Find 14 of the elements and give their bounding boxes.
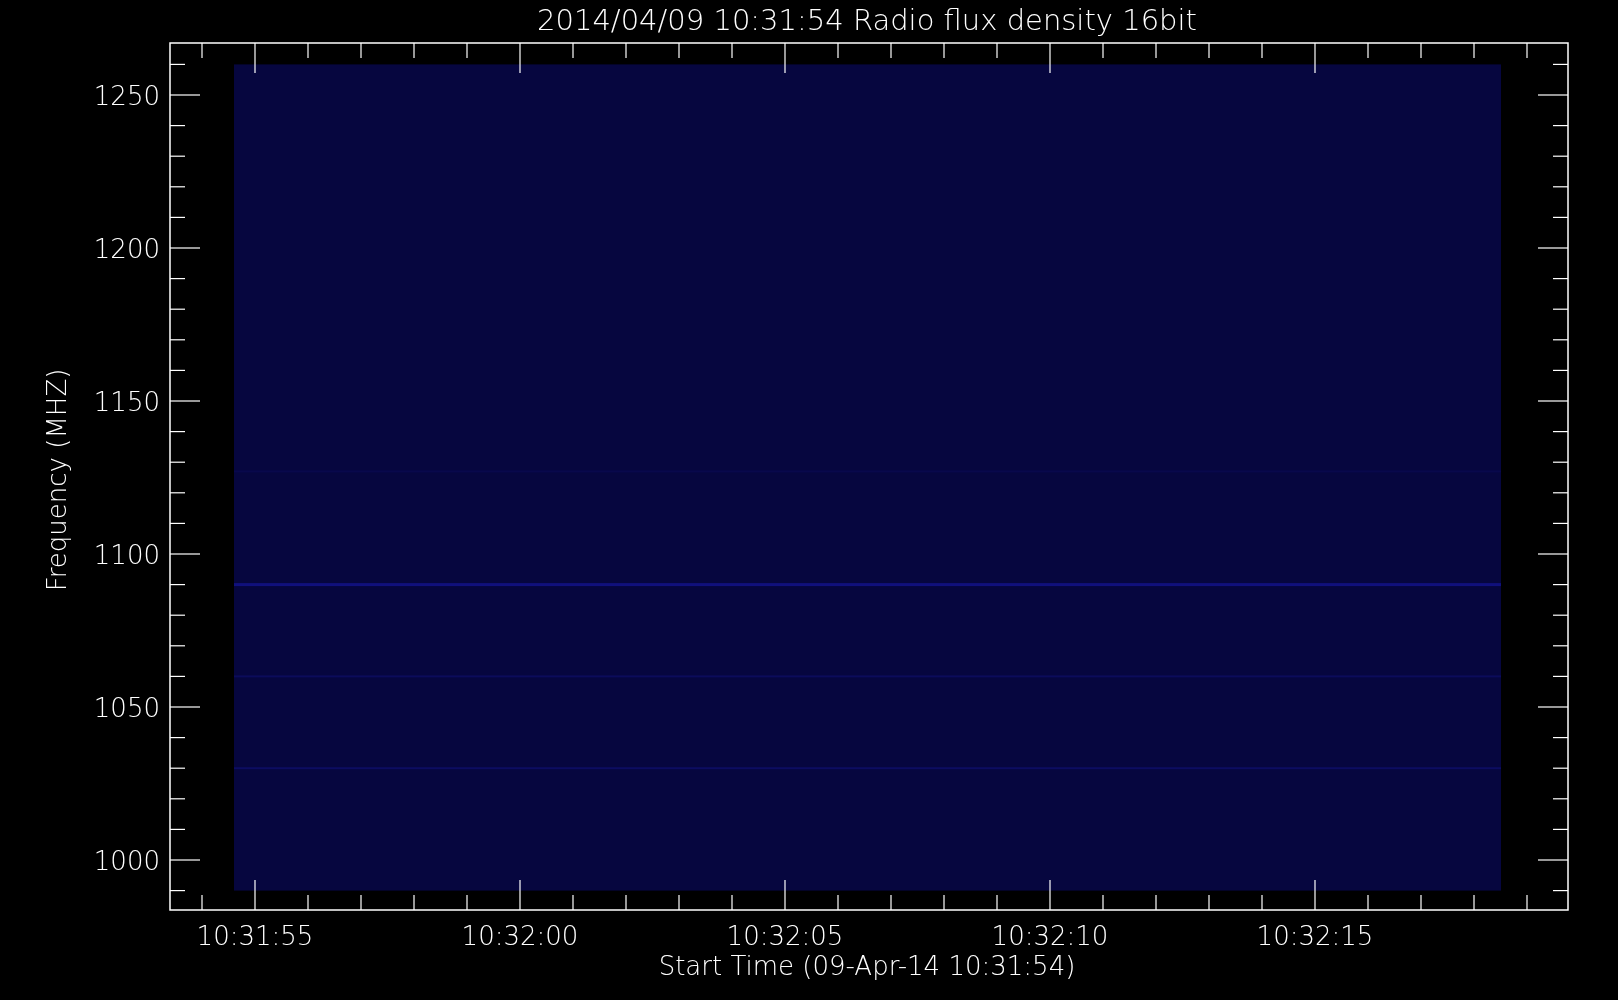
x-tick-label: 10:32:15 (1256, 921, 1374, 951)
y-tick-label: 1250 (93, 81, 160, 111)
x-axis-title: Start Time (09-Apr-14 10:31:54) (658, 951, 1076, 981)
y-tick-label: 1100 (93, 540, 160, 570)
x-tick-label: 10:32:00 (461, 921, 579, 951)
y-axis-title: Frequency (MHZ) (42, 368, 72, 592)
y-tick-label: 1200 (93, 234, 160, 264)
y-tick-label: 1000 (93, 846, 160, 876)
y-tick-label: 1050 (93, 693, 160, 723)
x-tick-label: 10:32:05 (726, 921, 844, 951)
y-tick-label: 1150 (93, 387, 160, 417)
x-tick-label: 10:31:55 (196, 921, 314, 951)
chart-title: 2014/04/09 10:31:54 Radio flux density 16bit (537, 3, 1197, 37)
x-tick-label: 10:32:10 (991, 921, 1109, 951)
